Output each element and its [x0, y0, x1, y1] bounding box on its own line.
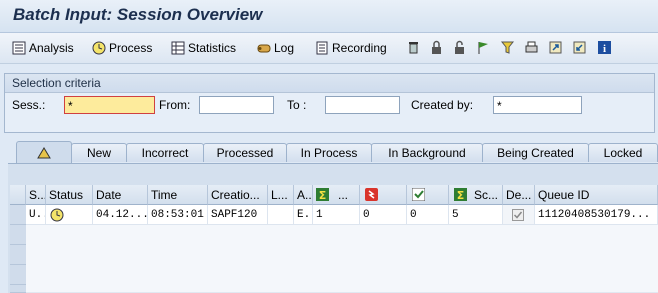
- cell-a: E...: [294, 205, 313, 225]
- selection-criteria-heading: Selection criteria: [5, 74, 654, 93]
- to-label: To :: [287, 98, 307, 112]
- cell-queue-id: 11120408530179...: [535, 205, 658, 225]
- cell-s: U...: [26, 205, 46, 225]
- from-label: From:: [159, 98, 191, 112]
- session-input[interactable]: *: [64, 96, 155, 114]
- log-label: Log: [274, 41, 295, 55]
- col-header-screens[interactable]: Σ Sc...: [449, 185, 503, 205]
- svg-text:Σ: Σ: [319, 189, 327, 201]
- created-by-label: Created by:: [411, 98, 474, 112]
- log-button[interactable]: Log: [257, 40, 294, 56]
- print-icon[interactable]: [524, 40, 539, 55]
- session-status-tabs: New Incorrect Processed In Process In Ba…: [14, 141, 658, 163]
- window-title: Batch Input: Session Overview: [13, 5, 263, 24]
- cell-l: [268, 205, 294, 225]
- row-selector[interactable]: [10, 205, 27, 225]
- statistics-label: Statistics: [188, 41, 237, 55]
- log-icon: [257, 44, 271, 53]
- process-label: Process: [109, 41, 153, 55]
- row-selector[interactable]: [10, 225, 27, 245]
- to-date-input[interactable]: [325, 96, 400, 114]
- cell-time: 08:53:01: [148, 205, 208, 225]
- col-header-l[interactable]: L...: [268, 185, 294, 205]
- checkmark-icon: [412, 188, 425, 201]
- col-header-de[interactable]: De...: [503, 185, 535, 205]
- tab-in-process[interactable]: In Process: [286, 143, 372, 162]
- cell-de: [503, 205, 535, 225]
- col-header-screens-label: Sc...: [474, 188, 499, 202]
- analysis-label: Analysis: [29, 41, 74, 55]
- lock-icon[interactable]: [429, 40, 444, 55]
- cell-errors: 0: [360, 205, 407, 225]
- application-toolbar: Analysis Process Statistics Log Recordin…: [0, 33, 658, 64]
- tab-new[interactable]: New: [71, 143, 127, 162]
- filter-icon[interactable]: [500, 40, 515, 55]
- recording-icon: [316, 41, 328, 55]
- error-icon: [365, 188, 378, 201]
- table-row-empty: [26, 265, 658, 286]
- cell-sum-total: 1: [313, 205, 360, 225]
- title-bar: Batch Input: Session Overview: [0, 0, 658, 33]
- col-header-ok[interactable]: [407, 185, 449, 205]
- tab-being-created[interactable]: Being Created: [482, 143, 589, 162]
- session-table: S... Status Date Time Creatio... L... A.…: [10, 185, 658, 293]
- flag-icon[interactable]: [476, 40, 491, 55]
- row-selector[interactable]: [10, 245, 27, 265]
- tab-locked[interactable]: Locked: [588, 143, 658, 162]
- analysis-button[interactable]: Analysis: [12, 40, 74, 56]
- clock-status-icon: [50, 208, 64, 222]
- sigma-icon: Σ: [454, 188, 467, 201]
- unlock-icon[interactable]: [452, 40, 467, 55]
- cell-screens: 5: [449, 205, 503, 225]
- col-header-errors[interactable]: [360, 185, 407, 205]
- svg-text:i: i: [603, 43, 606, 55]
- col-header-creator[interactable]: Creatio...: [208, 185, 268, 205]
- session-label: Sess.:: [12, 98, 46, 112]
- cell-date: 04.12....: [93, 205, 148, 225]
- delete-icon[interactable]: [406, 40, 421, 55]
- row-selector[interactable]: [10, 265, 27, 285]
- statistics-button[interactable]: Statistics: [171, 40, 236, 56]
- statistics-icon: [171, 41, 185, 55]
- col-header-time[interactable]: Time: [148, 185, 208, 205]
- col-header-queue-id[interactable]: Queue ID: [535, 185, 658, 205]
- svg-text:Σ: Σ: [457, 189, 465, 201]
- tab-all[interactable]: [16, 141, 72, 163]
- recording-button[interactable]: Recording: [315, 40, 387, 56]
- tab-incorrect[interactable]: Incorrect: [126, 143, 204, 162]
- checkbox-checked-icon: [512, 209, 524, 221]
- col-header-sum-total[interactable]: Σ ...: [313, 185, 360, 205]
- table-row-empty: [26, 225, 658, 246]
- cell-ok: 0: [407, 205, 449, 225]
- created-by-input[interactable]: *: [493, 96, 582, 114]
- cell-status: [46, 205, 93, 225]
- col-header-a[interactable]: A...: [294, 185, 313, 205]
- col-header-s[interactable]: S...: [26, 185, 46, 205]
- tab-in-background[interactable]: In Background: [371, 143, 483, 162]
- tab-processed[interactable]: Processed: [203, 143, 287, 162]
- recording-label: Recording: [332, 41, 387, 55]
- table-row-empty: [26, 245, 658, 266]
- info-icon[interactable]: i: [597, 40, 612, 55]
- import-icon[interactable]: [572, 40, 587, 55]
- from-date-input[interactable]: [199, 96, 274, 114]
- all-sessions-icon: [37, 147, 51, 159]
- export-icon[interactable]: [548, 40, 563, 55]
- select-all-corner[interactable]: [10, 185, 26, 205]
- analysis-icon: [12, 41, 26, 55]
- col-header-status[interactable]: Status: [46, 185, 93, 205]
- cell-creator: SAPF120: [208, 205, 268, 225]
- clock-execute-icon: [92, 41, 106, 55]
- col-header-date[interactable]: Date: [93, 185, 148, 205]
- col-header-sum-total-label: ...: [338, 188, 349, 202]
- process-button[interactable]: Process: [92, 40, 152, 56]
- sigma-icon: Σ: [316, 188, 329, 201]
